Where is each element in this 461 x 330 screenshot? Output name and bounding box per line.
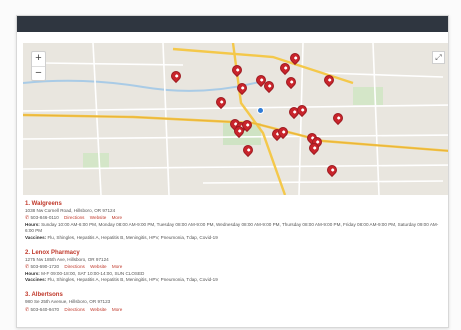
directions-link[interactable]: Directions — [64, 264, 84, 269]
website-link[interactable]: Website — [90, 307, 107, 312]
current-location-icon — [257, 107, 264, 114]
phone-icon: ✆ — [25, 306, 30, 313]
pharmacy-list: 1. Walgreens 1038 Nw Cornell Road, Hills… — [25, 200, 443, 322]
hours-row: Hours: Sunday 10:00 AM-6:00 PM, Monday 0… — [25, 222, 443, 234]
map-view[interactable]: + − ⤢ — [23, 43, 448, 195]
pharmacy-name-link[interactable]: 2. Lenox Pharmacy — [25, 249, 443, 257]
fullscreen-icon[interactable]: ⤢ — [432, 51, 445, 64]
hours-label: Hours: — [25, 271, 40, 277]
river — [23, 79, 264, 92]
vaccines-value: Flu, Shingles, Hepatitis A, Hepatitis B,… — [47, 234, 218, 240]
website-link[interactable]: Website — [90, 215, 107, 220]
pharmacy-name-link[interactable]: 3. Albertsons — [25, 291, 443, 299]
phone-icon: ✆ — [25, 264, 30, 271]
more-link[interactable]: More — [112, 307, 122, 312]
vaccines-row: Vaccines: Flu, Shingles, Hepatitis A, He… — [25, 277, 443, 283]
vaccines-label: Vaccines: — [25, 234, 47, 240]
pharmacy-actions: ✆ 503-846-0110 Directions Website More — [25, 214, 443, 222]
park-area — [353, 87, 383, 105]
zoom-controls: + − — [31, 51, 46, 81]
pharmacy-name-link[interactable]: 1. Walgreens — [25, 200, 443, 208]
more-link[interactable]: More — [112, 215, 122, 220]
hours-value: M-F 09:00-18:00, SAT 10:00-14:00, SUN CL… — [41, 271, 145, 277]
top-bar — [17, 16, 448, 32]
park-area — [83, 153, 109, 169]
page-background: + − ⤢ 1. Walgreens 1038 Nw Cornell Road,… — [0, 0, 461, 330]
zoom-in-button[interactable]: + — [32, 52, 45, 66]
phone-icon: ✆ — [25, 215, 30, 222]
pharmacy-actions: ✆ 503-640-9470 Directions Website More — [25, 306, 443, 314]
hours-label: Hours: — [25, 222, 40, 228]
phone-number[interactable]: 503-846-0110 — [30, 215, 58, 220]
website-link[interactable]: Website — [90, 264, 107, 269]
pharmacy-locator-card: + − ⤢ 1. Walgreens 1038 Nw Cornell Road,… — [16, 15, 449, 328]
directions-link[interactable]: Directions — [64, 215, 84, 220]
directions-link[interactable]: Directions — [64, 307, 84, 312]
vaccines-value: Flu, Shingles, Hepatitis A, Hepatitis B,… — [47, 277, 218, 283]
more-link[interactable]: More — [112, 264, 122, 269]
list-item: 1. Walgreens 1038 Nw Cornell Road, Hills… — [25, 200, 443, 241]
pharmacy-actions: ✆ 503-690-1720 Directions Website More — [25, 263, 443, 271]
phone-number[interactable]: 503-640-9470 — [30, 307, 59, 312]
phone-number[interactable]: 503-690-1720 — [30, 264, 59, 269]
hours-value: Sunday 10:00 AM-6:00 PM, Monday 08:00 AM… — [25, 222, 439, 234]
vaccines-row: Vaccines: Flu, Shingles, Hepatitis A, He… — [25, 235, 443, 241]
zoom-out-button[interactable]: − — [32, 66, 45, 80]
vaccines-label: Vaccines: — [25, 277, 47, 283]
list-item: 3. Albertsons 980 Se 25th Avenue, Hillsb… — [25, 291, 443, 313]
list-item: 2. Lenox Pharmacy 1275 Nw 185th Ave, Hil… — [25, 249, 443, 284]
